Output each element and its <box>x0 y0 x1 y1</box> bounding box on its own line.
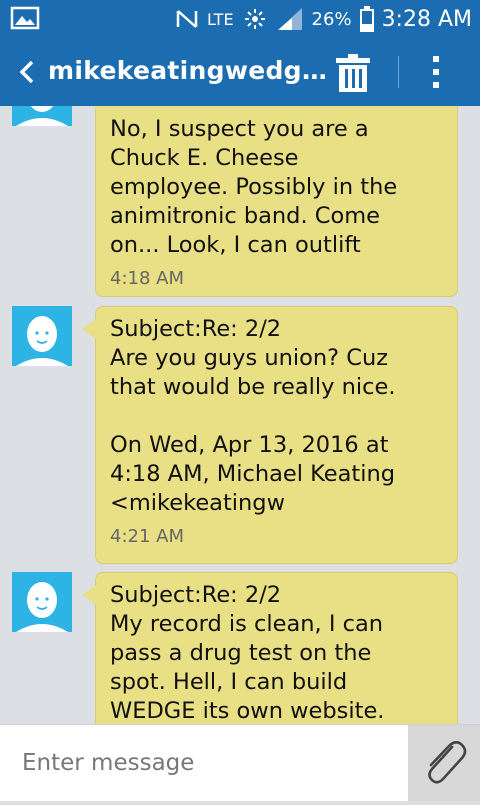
message-subject: Subject:Re: 2/2 <box>110 316 282 342</box>
battery-percent: 26% <box>311 8 352 30</box>
message-time: 4:18 AM <box>110 268 184 289</box>
action-bar: mikekeatingwedg… <box>0 38 480 106</box>
message-list[interactable]: No, I suspect you are a Chuck E. Cheese … <box>0 106 480 724</box>
composer-bar <box>0 724 480 801</box>
delete-trash-icon[interactable] <box>330 52 376 94</box>
paperclip-icon <box>428 740 467 784</box>
overflow-menu-icon[interactable] <box>418 50 454 94</box>
network-type: LTE <box>206 9 234 29</box>
nfc-icon <box>176 10 198 28</box>
contact-avatar[interactable] <box>12 572 72 632</box>
message-input[interactable] <box>0 725 408 801</box>
status-bar: LTE 26% 3:28 AM <box>0 0 480 38</box>
back-arrow-icon[interactable] <box>8 52 48 92</box>
battery-icon <box>359 6 374 32</box>
message-text: Are you guys union? Cuz that would be re… <box>110 345 396 516</box>
signal-icon <box>277 8 302 30</box>
contact-face-icon <box>16 316 68 366</box>
contact-face-icon <box>16 582 68 632</box>
contact-avatar[interactable] <box>12 306 72 366</box>
gallery-notification-icon <box>10 6 40 30</box>
conversation-title: mikekeatingwedg… <box>48 56 328 85</box>
message-time: 4:21 AM <box>110 526 184 547</box>
message-text: My record is clean, I can pass a drug te… <box>110 611 385 724</box>
clock: 3:28 AM <box>381 6 472 32</box>
message-bubble[interactable]: No, I suspect you are a Chuck E. Cheese … <box>82 106 458 297</box>
message-bubble[interactable]: Subject:Re: 2/2 My record is clean, I ca… <box>82 572 458 724</box>
attach-button[interactable] <box>408 725 480 801</box>
contact-face-icon <box>16 106 68 126</box>
message-text: No, I suspect you are a Chuck E. Cheese … <box>110 116 398 258</box>
data-activity-icon <box>244 9 265 29</box>
message-bubble[interactable]: Subject:Re: 2/2 Are you guys union? Cuz … <box>82 306 458 564</box>
action-divider <box>398 56 399 88</box>
contact-avatar[interactable] <box>12 106 72 126</box>
message-subject: Subject:Re: 2/2 <box>110 582 282 608</box>
